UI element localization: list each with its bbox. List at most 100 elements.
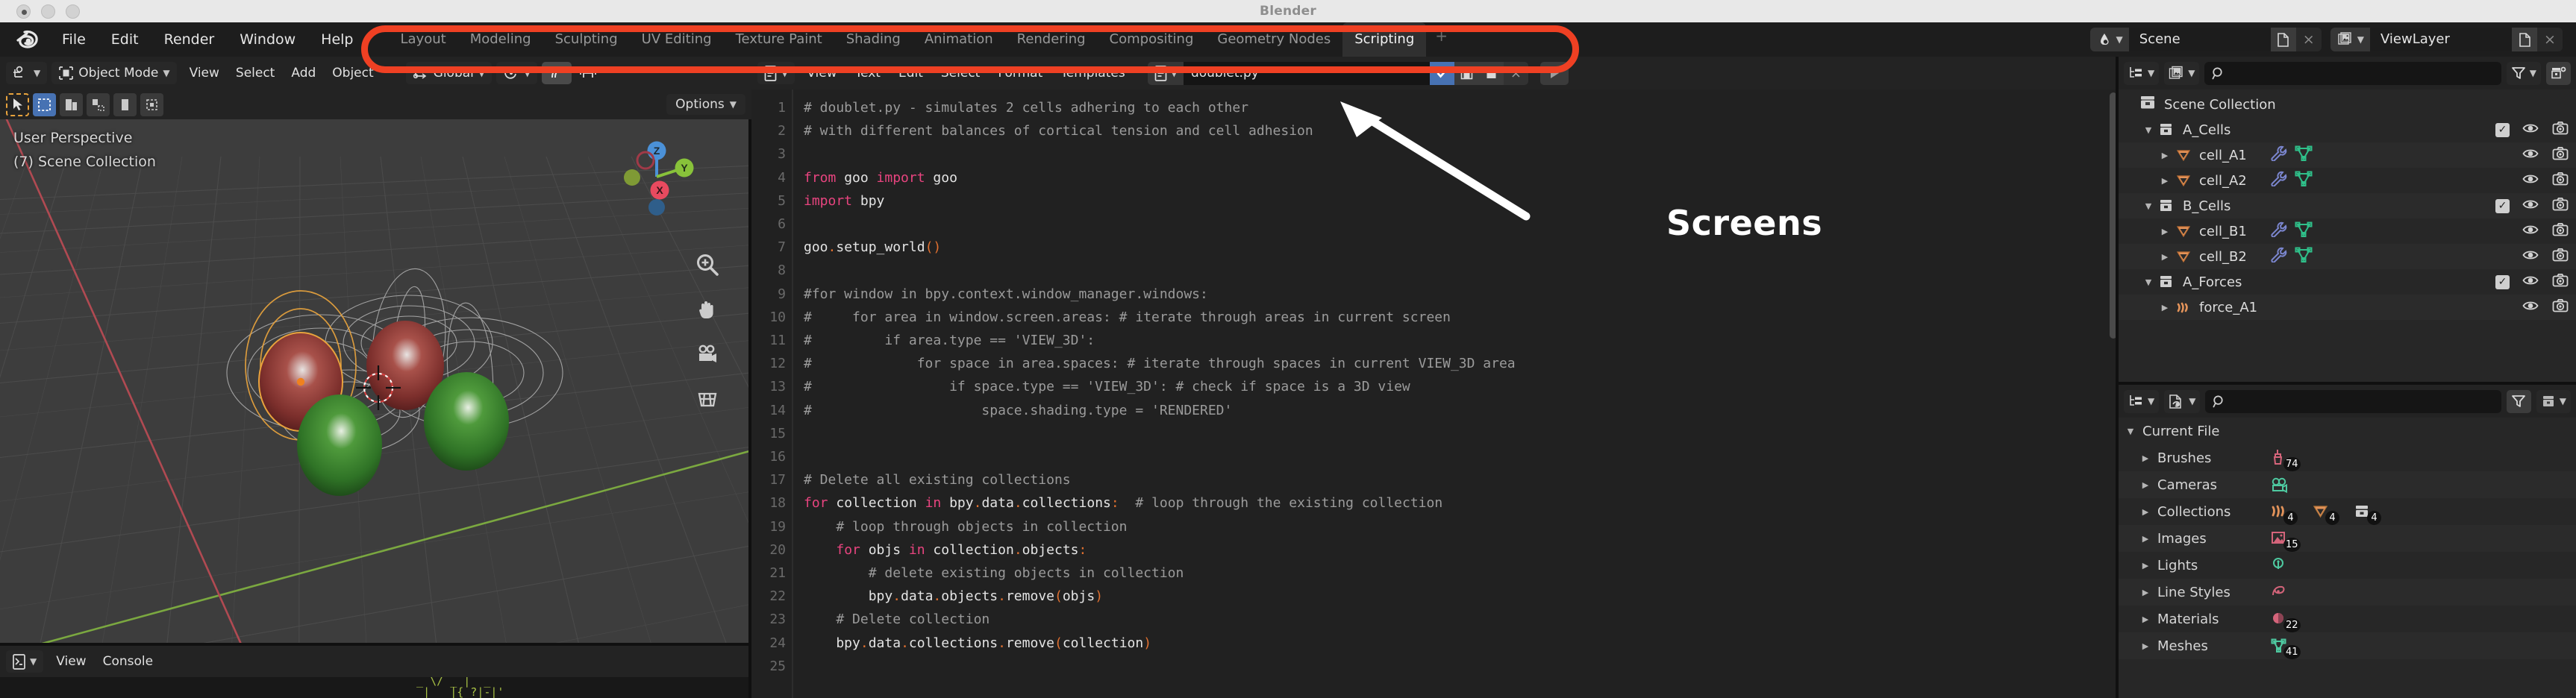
workspace-tab-sculpting[interactable]: Sculpting (543, 22, 630, 57)
workspace-tab-layout[interactable]: Layout (389, 22, 458, 57)
hide-in-viewport-eye-icon[interactable] (2522, 298, 2539, 317)
disable-in-renders-camera-icon[interactable] (2552, 222, 2569, 241)
code-line[interactable]: import bpy (804, 189, 2119, 213)
hide-in-viewport-eye-icon[interactable] (2522, 121, 2539, 139)
new-text-icon[interactable] (1478, 61, 1504, 85)
viewport-canvas[interactable]: User Perspective (7) Scene Collection Z … (0, 119, 751, 646)
code-line[interactable]: # Delete all existing collections (804, 468, 2119, 491)
outliner-display-mode-selector[interactable]: ▼ (2124, 61, 2160, 85)
text-datablock-selector[interactable]: ▼ doublet.py × (1147, 61, 1528, 85)
bfile-collection-filter-button[interactable]: ▼ (2536, 389, 2571, 413)
select-box-b-tool-button[interactable] (60, 92, 83, 116)
code-line[interactable]: for collection in bpy.data.collections: … (804, 491, 2119, 515)
blender-file-row-brushes[interactable]: ▶ Brushes 74 (2119, 444, 2576, 471)
code-line[interactable]: for objs in collection.objects: (804, 538, 2119, 562)
code-line[interactable]: # if space.type == 'VIEW_3D': # check if… (804, 375, 2119, 398)
hide-in-viewport-eye-icon[interactable] (2522, 222, 2539, 241)
blender-file-row-cameras[interactable]: ▶ Cameras (2119, 471, 2576, 498)
code-line[interactable]: # doublet.py - simulates 2 cells adherin… (804, 96, 2119, 119)
bfile-search-input[interactable] (2231, 394, 2494, 408)
code-content[interactable]: # doublet.py - simulates 2 cells adherin… (793, 89, 2119, 698)
hide-in-viewport-eye-icon[interactable] (2522, 248, 2539, 266)
viewport-menu-select[interactable]: Select (228, 63, 283, 83)
zoom-icon[interactable] (695, 252, 720, 277)
topbar-menu-help[interactable]: Help (308, 28, 366, 51)
text-editor-menu-text[interactable]: Text (846, 63, 890, 83)
mesh-data-icon[interactable] (2295, 221, 2313, 241)
select-extend-tool-button[interactable] (140, 92, 163, 116)
disclosure-triangle-down-icon[interactable]: ▼ (2123, 427, 2138, 436)
workspace-tab-texture-paint[interactable]: Texture Paint (724, 22, 834, 57)
outliner-row-cell_a2[interactable]: ▶ cell_A2 (2119, 168, 2576, 193)
disable-in-renders-camera-icon[interactable] (2552, 121, 2569, 139)
save-icon[interactable] (1454, 61, 1479, 85)
unlink-view-layer-button[interactable]: × (2537, 28, 2563, 51)
bfile-filter-button[interactable] (2506, 389, 2531, 413)
outliner-row-b_cells[interactable]: ▼ B_Cells ✓ (2119, 193, 2576, 218)
outliner-row-force_a1[interactable]: ▶ force_A1 (2119, 295, 2576, 320)
workspace-tab-shading[interactable]: Shading (834, 22, 913, 57)
topbar-menu-file[interactable]: File (49, 28, 99, 51)
disable-in-renders-camera-icon[interactable] (2552, 248, 2569, 266)
editor-type-selector-console[interactable]: ▼ (6, 650, 44, 673)
outliner-search-input[interactable] (2230, 66, 2494, 80)
modifier-wrench-icon[interactable] (2269, 247, 2287, 266)
text-editor-menu-view[interactable]: View (798, 63, 845, 83)
blender-file-row-meshes[interactable]: ▶ Meshes 41 (2119, 632, 2576, 659)
disclosure-triangle-right-icon[interactable]: ▶ (2138, 480, 2153, 490)
text-editor-menu-edit[interactable]: Edit (890, 63, 932, 83)
viewport-menu-add[interactable]: Add (283, 63, 324, 83)
unlink-scene-button[interactable]: × (2295, 28, 2322, 51)
disclosure-triangle-right-icon[interactable]: ▶ (2138, 534, 2153, 544)
hide-in-viewport-eye-icon[interactable] (2522, 172, 2539, 190)
exclude-from-view-layer-checkbox[interactable]: ✓ (2495, 274, 2510, 289)
workspace-tab-compositing[interactable]: Compositing (1098, 22, 1206, 57)
code-line[interactable] (804, 259, 2119, 282)
hide-in-viewport-eye-icon[interactable] (2522, 146, 2539, 165)
unlink-text-button[interactable]: × (1503, 61, 1528, 85)
viewport-menu-view[interactable]: View (181, 63, 228, 83)
pivot-point-selector[interactable]: ▼ (496, 62, 538, 84)
disclosure-triangle-right-icon[interactable]: ▶ (2138, 507, 2153, 517)
disclosure-triangle-right-icon[interactable]: ▶ (2138, 614, 2153, 624)
register-checkbox[interactable] (1429, 61, 1454, 85)
topbar-menu-edit[interactable]: Edit (99, 28, 151, 51)
view-layer-name[interactable]: ViewLayer (2370, 28, 2512, 51)
code-line[interactable] (804, 213, 2119, 236)
tweak-tool-button[interactable] (6, 92, 29, 116)
code-line[interactable]: bpy.data.collections.remove(collection) (804, 632, 2119, 655)
bfile-filter-id-selector[interactable]: ▼ (2164, 389, 2201, 413)
modifier-wrench-icon[interactable] (2269, 221, 2287, 241)
disclosure-triangle-right-icon[interactable]: ▶ (2157, 176, 2172, 186)
new-collection-button[interactable] (2546, 61, 2571, 85)
disclosure-triangle-right-icon[interactable]: ▶ (2138, 561, 2153, 570)
exclude-from-view-layer-checkbox[interactable]: ✓ (2495, 198, 2510, 213)
editor-separator-horizontal-1[interactable] (0, 643, 751, 646)
outliner-row-a_forces[interactable]: ▼ A_Forces ✓ (2119, 269, 2576, 295)
editor-separator-vertical-2[interactable] (2116, 57, 2119, 698)
disable-in-renders-camera-icon[interactable] (2552, 146, 2569, 165)
outliner-row-cell_b1[interactable]: ▶ cell_B1 (2119, 218, 2576, 244)
view-layer-datablock[interactable]: ▼ ViewLayer × (2330, 28, 2563, 51)
pan-hand-icon[interactable] (695, 297, 720, 322)
disable-in-renders-camera-icon[interactable] (2552, 273, 2569, 292)
text-filename[interactable]: doublet.py (1183, 61, 1430, 85)
code-line[interactable]: # space.shading.type = 'RENDERED' (804, 399, 2119, 422)
disable-in-renders-camera-icon[interactable] (2552, 298, 2569, 317)
outliner-row-a_cells[interactable]: ▼ A_Cells ✓ (2119, 117, 2576, 142)
blender-file-row-lights[interactable]: ▶ Lights (2119, 552, 2576, 579)
workspace-tab-geometry-nodes[interactable]: Geometry Nodes (1205, 22, 1342, 57)
new-view-layer-button[interactable] (2512, 28, 2537, 51)
outliner-search-box[interactable] (2204, 61, 2501, 85)
select-lasso-tool-button[interactable] (87, 92, 110, 116)
scene-datablock[interactable]: ▼ Scene × (2089, 28, 2322, 51)
exclude-from-view-layer-checkbox[interactable]: ✓ (2495, 122, 2510, 137)
outliner-row-cell_a1[interactable]: ▶ cell_A1 (2119, 142, 2576, 168)
disclosure-triangle-right-icon[interactable]: ▶ (2157, 227, 2172, 236)
outliner-row-cell_b2[interactable]: ▶ cell_B2 (2119, 244, 2576, 269)
hide-in-viewport-eye-icon[interactable] (2522, 197, 2539, 216)
disable-in-renders-camera-icon[interactable] (2552, 172, 2569, 190)
console-output[interactable]: _ \/ _ | _ _| _ |{ ?|-|' (0, 677, 751, 698)
workspace-tab-scripting[interactable]: Scripting (1342, 22, 1427, 57)
blender-file-row-line-styles[interactable]: ▶ Line Styles (2119, 579, 2576, 606)
